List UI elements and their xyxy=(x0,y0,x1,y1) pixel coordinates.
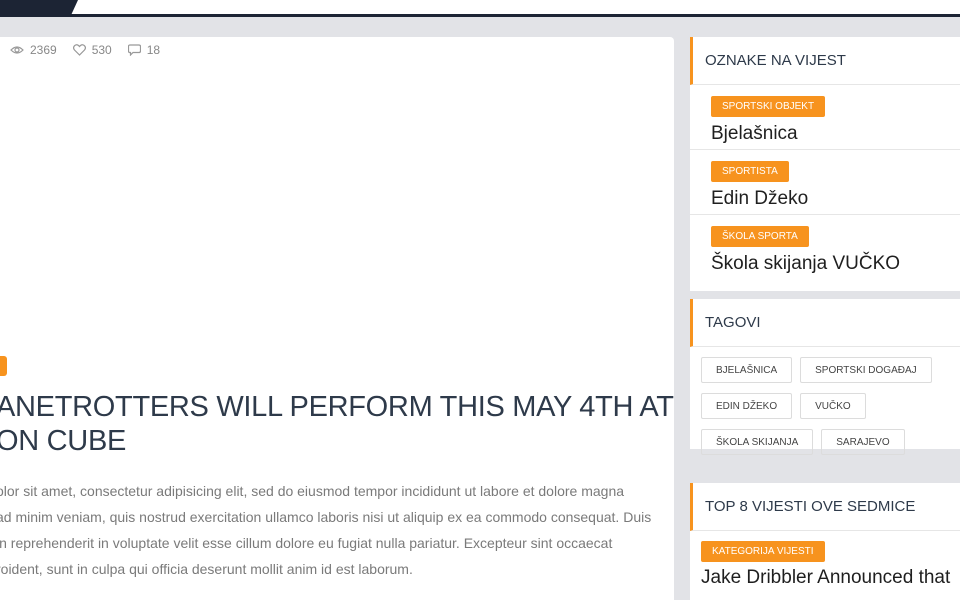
top8-widget: TOP 8 VIJESTI OVE SEDMICE KATEGORIJA VIJ… xyxy=(690,483,960,600)
article-headline[interactable]: ANETROTTERS WILL PERFORM THIS MAY 4TH AT… xyxy=(0,390,674,458)
oznaka-badge[interactable]: SPORTISTA xyxy=(711,161,789,182)
headline-line-2: ON CUBE xyxy=(0,425,127,457)
oznaka-item[interactable]: ŠKOLA SPORTA Škola skijanja VUČKO xyxy=(690,215,960,280)
excerpt-line: roident, sunt in culpa qui officia deser… xyxy=(0,561,413,577)
oznaka-badge[interactable]: ŠKOLA SPORTA xyxy=(711,226,809,247)
tag-link[interactable]: SPORTSKI DOGAĐAJ xyxy=(800,357,932,383)
excerpt-line: olor sit amet, consectetur adipisicing e… xyxy=(0,483,625,499)
excerpt-line: in reprehenderit in voluptate velit esse… xyxy=(0,535,613,551)
oznake-widget: OZNAKE NA VIJEST SPORTSKI OBJEKT Bjelašn… xyxy=(690,37,960,291)
oznaka-name[interactable]: Edin Džeko xyxy=(711,188,960,210)
article-excerpt: olor sit amet, consectetur adipisicing e… xyxy=(0,478,666,582)
tag-link[interactable]: ŠKOLA SKIJANJA xyxy=(701,429,814,455)
category-badge[interactable]: KATEGORIJA VIJESTI xyxy=(701,541,825,562)
category-badge-edge[interactable] xyxy=(0,356,7,376)
article-stats: 2369 530 18 xyxy=(10,43,176,57)
tag-link[interactable]: BJELAŠNICA xyxy=(701,357,793,383)
tag-list: BJELAŠNICA SPORTSKI DOGAĐAJ EDIN DŽEKO V… xyxy=(690,347,960,465)
top-navbar xyxy=(0,0,960,17)
heart-icon xyxy=(72,44,86,56)
oznaka-item[interactable]: SPORTISTA Edin Džeko xyxy=(690,150,960,215)
views-count: 2369 xyxy=(30,43,57,57)
tagovi-widget: TAGOVI BJELAŠNICA SPORTSKI DOGAĐAJ EDIN … xyxy=(690,299,960,455)
likes-stat[interactable]: 530 xyxy=(72,43,112,57)
oznaka-name[interactable]: Škola skijanja VUČKO xyxy=(711,253,960,275)
comments-count: 18 xyxy=(146,43,161,57)
top8-title: TOP 8 VIJESTI OVE SEDMICE xyxy=(690,483,960,531)
oznaka-name[interactable]: Bjelašnica xyxy=(711,123,960,145)
navbar-brand-block xyxy=(0,0,78,17)
oznake-title: OZNAKE NA VIJEST xyxy=(690,37,960,85)
oznaka-item[interactable]: SPORTSKI OBJEKT Bjelašnica xyxy=(690,85,960,150)
top8-item[interactable]: KATEGORIJA VIJESTI Jake Dribbler Announc… xyxy=(690,531,960,589)
article-card: 2369 530 18 ANETROTTERS WILL PERFORM THI… xyxy=(0,37,674,600)
headline-line-1: ANETROTTERS WILL PERFORM THIS MAY 4TH AT xyxy=(0,391,674,423)
excerpt-line: ad minim veniam, quis nostrud exercitati… xyxy=(0,509,652,525)
eye-icon xyxy=(10,46,24,54)
likes-count: 530 xyxy=(91,43,112,57)
comment-icon xyxy=(127,44,141,56)
tag-link[interactable]: EDIN DŽEKO xyxy=(701,393,793,419)
oznaka-badge[interactable]: SPORTSKI OBJEKT xyxy=(711,96,826,117)
tag-link[interactable]: VUČKO xyxy=(800,393,866,419)
tagovi-title: TAGOVI xyxy=(690,299,960,347)
top8-headline[interactable]: Jake Dribbler Announced that xyxy=(701,567,960,589)
views-stat: 2369 xyxy=(10,43,57,57)
comments-stat[interactable]: 18 xyxy=(127,43,161,57)
tag-link[interactable]: SARAJEVO xyxy=(821,429,905,455)
